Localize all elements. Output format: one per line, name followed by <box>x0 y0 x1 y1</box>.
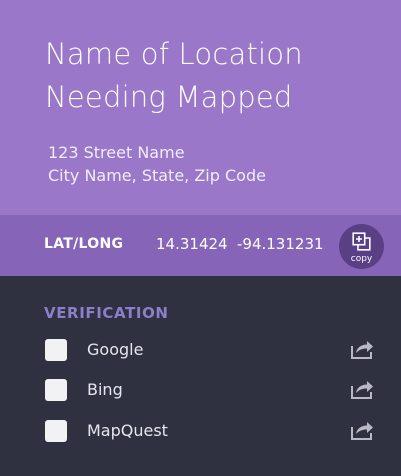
copy-icon <box>352 232 371 251</box>
address-line2: City Name, State, Zip Code <box>48 166 266 185</box>
verification-panel: VERIFICATION Google Bing MapQuest <box>0 276 401 476</box>
verification-item-bing: Bing <box>0 376 401 406</box>
location-title: Name of Location Needing Mapped <box>45 33 303 119</box>
copy-button[interactable]: copy <box>339 224 384 269</box>
mapquest-checkbox[interactable] <box>45 420 67 442</box>
verification-item-google: Google <box>0 336 401 366</box>
address-line1: 123 Street Name <box>48 143 185 162</box>
coordinates-bar: LAT/LONG 14.31424 -94.131231 copy <box>0 215 401 276</box>
longitude-value: -94.131231 <box>237 235 324 253</box>
share-icon[interactable] <box>350 419 374 441</box>
coordinates-label: LAT/LONG <box>44 236 124 252</box>
copy-label: copy <box>350 254 373 264</box>
bing-checkbox[interactable] <box>45 379 67 401</box>
google-checkbox[interactable] <box>45 339 67 361</box>
location-title-line1: Name of Location <box>45 37 303 71</box>
bing-label: Bing <box>87 380 123 399</box>
mapquest-label: MapQuest <box>87 421 168 440</box>
share-icon[interactable] <box>350 338 374 360</box>
location-card: Name of Location Needing Mapped 123 Stre… <box>0 0 401 476</box>
location-header: Name of Location Needing Mapped 123 Stre… <box>0 0 401 215</box>
google-label: Google <box>87 340 144 359</box>
share-icon[interactable] <box>350 378 374 400</box>
location-title-line2: Needing Mapped <box>45 80 293 114</box>
verification-item-mapquest: MapQuest <box>0 417 401 447</box>
location-address: 123 Street Name City Name, State, Zip Co… <box>48 141 266 187</box>
verification-title: VERIFICATION <box>44 304 169 322</box>
latitude-value: 14.31424 <box>156 235 228 253</box>
